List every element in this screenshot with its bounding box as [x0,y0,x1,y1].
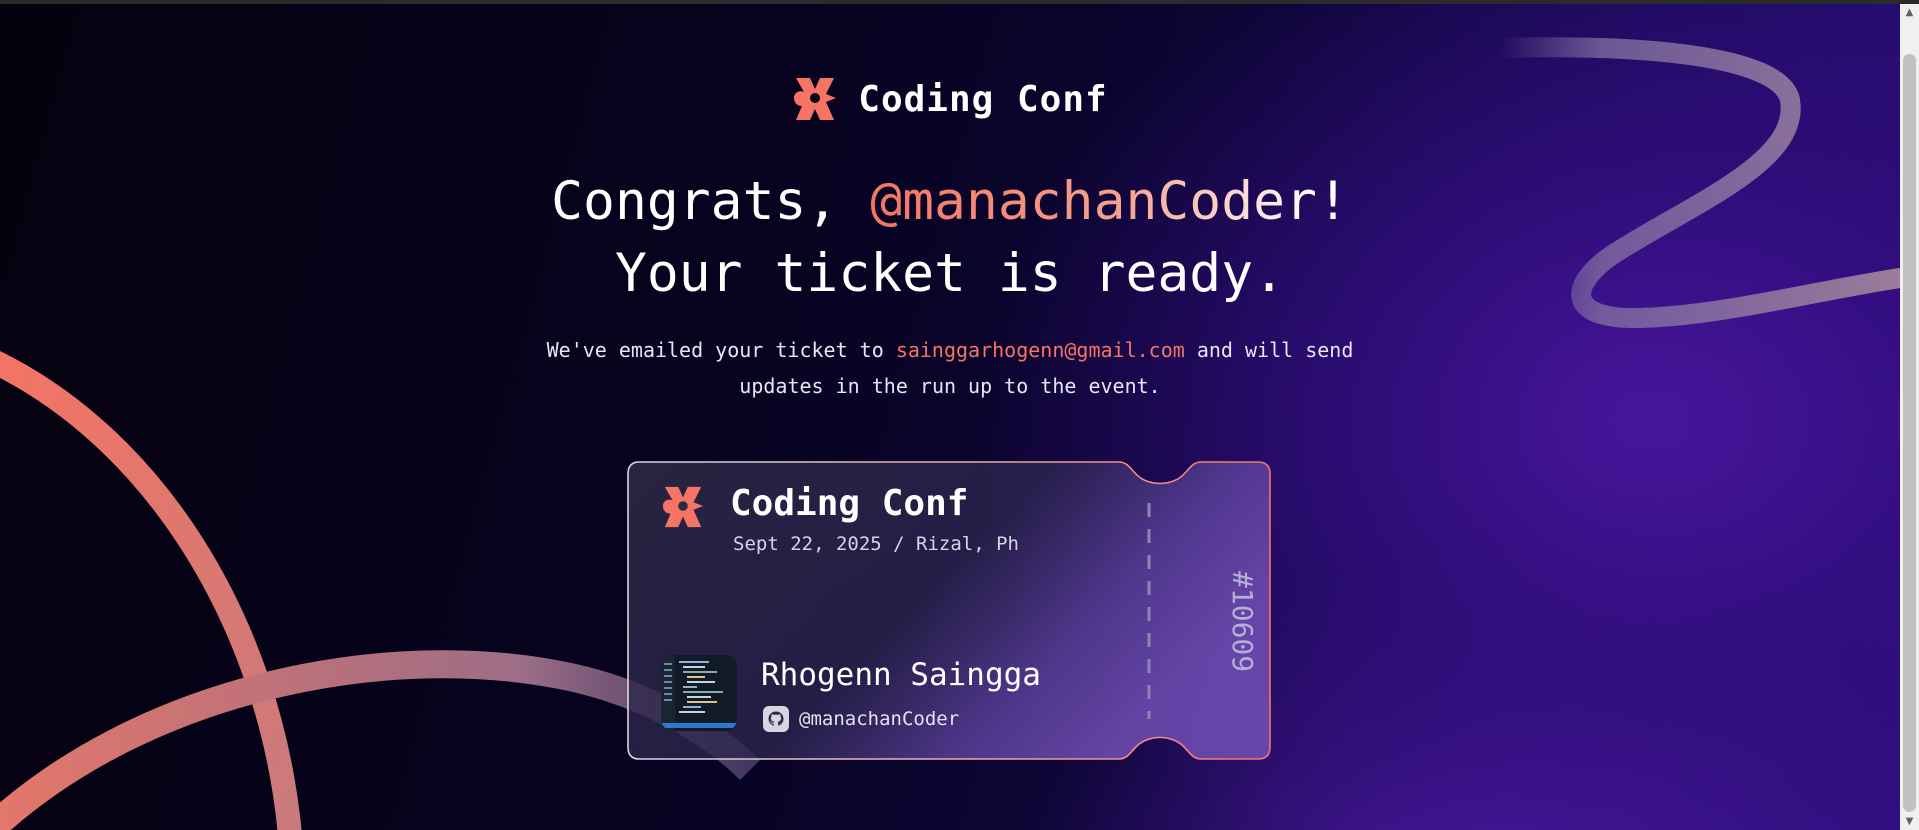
attendee-name: Rhogenn Saingga [761,657,1041,693]
github-handle-row: @manachanCoder [763,706,959,732]
conference-ticket: Coding Conf Sept 22, 2025 / Rizal, Ph Rh… [627,461,1271,760]
ticket-number: #10609 [1226,571,1259,673]
github-handle: @manachanCoder [799,708,960,730]
decorative-arc-left [0,351,302,830]
brand-name: Coding Conf [858,78,1108,120]
congrats-handle: @manachanCoder [870,171,1317,232]
email-address: sainggarhogenn@gmail.com [895,338,1185,362]
ticket-ready-text: Your ticket is ready. [614,243,1286,304]
ticket-date-location: Sept 22, 2025 / Rizal, Ph [733,533,1019,555]
chevron-down-icon[interactable]: ▼ [1900,813,1919,830]
github-icon [763,706,789,732]
coding-conf-logo-icon [794,78,837,120]
avatar [661,655,737,731]
coding-conf-logo-icon [662,486,704,528]
page-background: Coding Conf Congrats, @manachanCoder! Yo… [0,0,1919,830]
chevron-up-icon[interactable]: ▲ [1900,4,1919,21]
congrats-suffix: ! [1316,171,1349,232]
scrollbar-thumb[interactable] [1903,54,1916,812]
congrats-prefix: Congrats, [551,171,871,232]
ticket-title: Coding Conf [730,483,969,524]
congrats-heading: Congrats, @manachanCoder! Your ticket is… [0,166,1900,310]
email-notice-after: and will send [1184,338,1354,362]
email-notice-line2: updates in the run up to the event. [739,374,1161,398]
email-notice-before: We've emailed your ticket to [546,338,896,362]
header-logo: Coding Conf [0,76,1900,122]
page-scrollbar[interactable]: ▲ ▼ [1900,4,1919,830]
email-notice: We've emailed your ticket to sainggarhog… [0,332,1900,404]
